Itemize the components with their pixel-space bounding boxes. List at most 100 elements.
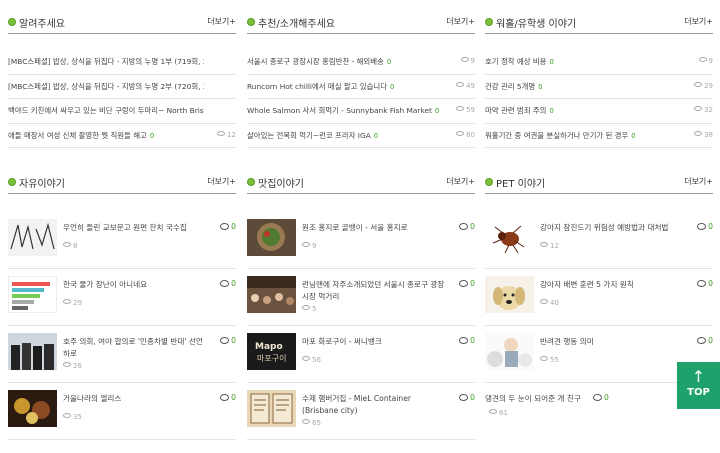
eye-icon [456, 130, 465, 136]
post-title[interactable]: Runcorn Hot chilli에서 매실 팔고 있습니다 0 [247, 81, 443, 92]
list-item[interactable]: 호기 정착 예상 비용 0 9 [485, 50, 713, 75]
list-item[interactable]: [MBC스페셜] 밥상, 상식을 뒤집다 - 지방의 누명 2부 (720회, … [8, 75, 236, 99]
list-item[interactable]: 강아지 배변 훈련 5 가지 원칙 40 0 [485, 269, 713, 326]
more-link[interactable]: 더보기+ [446, 16, 475, 27]
post-title[interactable]: 서울시 종로구 광장시장 홍림반찬 - 해외배송 0 [247, 56, 443, 67]
list-item[interactable]: 건강 관리 5개명 0 29 [485, 75, 713, 99]
post-thumbnail[interactable] [8, 333, 57, 370]
board-title[interactable]: 맛집이야기 [258, 175, 304, 190]
view-number: 9 [312, 242, 317, 250]
view-count: 32 [694, 106, 713, 114]
post-title[interactable]: 살아있는 전복회 먹기~런코 프라자 IGA 0 [247, 130, 443, 141]
list-item[interactable]: 마약 관련 범죄 주의 0 32 [485, 99, 713, 124]
board-title[interactable]: 워홀/유학생 이야기 [496, 15, 576, 30]
list-item[interactable]: 런닝맨에 자주소개되었던 서울시 종로구 광장시장 먹거리 5 0 [247, 269, 475, 326]
board-title[interactable]: PET 이야기 [496, 175, 545, 190]
list-item[interactable]: 살아있는 전복회 먹기~런코 프라자 IGA 0 60 [247, 124, 475, 148]
list-item[interactable]: 서울시 종로구 광장시장 홍림반찬 - 해외배송 0 9 [247, 50, 475, 75]
eye-icon [456, 81, 465, 87]
view-count: 56 [302, 356, 321, 364]
bullet-icon [485, 178, 493, 186]
comment-icon [459, 223, 469, 230]
comment-icon [697, 337, 707, 344]
post-title[interactable]: 애들 매장서 여성 신체 촬영한 뭣 직원들 해고 0 [8, 130, 204, 141]
post-thumbnail[interactable] [247, 219, 296, 256]
post-thumbnail[interactable] [8, 390, 57, 427]
list-item[interactable]: 강아지 참진드기 위험성 예방법과 대처법 12 0 [485, 212, 713, 269]
post-thumbnail[interactable] [8, 276, 57, 313]
post-thumbnail[interactable] [485, 219, 534, 256]
view-count: 60 [456, 130, 475, 139]
post-title[interactable]: 강아지 배변 훈련 5 가지 원칙 [540, 279, 686, 291]
post-title[interactable]: 백야드 키친에서 싸우고 있는 비단 구렁이 두마리~ North Brisb [8, 105, 204, 116]
post-title[interactable]: 댕견의 두 눈이 되어준 개 친구 [485, 393, 595, 405]
list-item[interactable]: 애들 매장서 여성 신체 촬영한 뭣 직원들 해고 0 12 [8, 124, 236, 148]
post-thumbnail[interactable]: Mapo마포구이 [247, 333, 296, 370]
view-count: 12 [540, 242, 559, 250]
board-title[interactable]: 알려주세요 [19, 15, 65, 30]
post-title[interactable]: 건강 관리 5개명 0 [485, 81, 681, 92]
more-link[interactable]: 더보기+ [684, 176, 713, 187]
more-link[interactable]: 더보기+ [446, 176, 475, 187]
post-title[interactable]: 강아지 참진드기 위험성 예방법과 대처법 [540, 222, 686, 234]
post-title[interactable]: 런닝맨에 자주소개되었던 서울시 종로구 광장시장 먹거리 [302, 279, 448, 303]
post-title[interactable]: 원조 홍지로 골뱅이 - 서울 홍지로 [302, 222, 448, 234]
scroll-top-button[interactable]: ↑ TOP [677, 362, 720, 409]
svg-text:마포구이: 마포구이 [257, 353, 286, 363]
post-thumbnail[interactable] [247, 276, 296, 313]
comment-number: 0 [231, 336, 236, 345]
comment-count: 0 [697, 279, 713, 288]
post-title[interactable]: [MBC스페셜] 밥상, 상식을 뒤집다 - 지방의 누명 2부 (720회, … [8, 81, 204, 92]
post-title[interactable]: 반려견 행동 의미 [540, 336, 686, 348]
comment-icon [459, 394, 469, 401]
post-title[interactable]: [MBC스페셜] 밥상, 상식을 뒤집다 - 지방의 누명 1부 (719회, … [8, 56, 204, 67]
post-title[interactable]: 호주 의회, 여야 합의로 '인종차별 반대' 선언하로 [63, 336, 209, 360]
post-title[interactable]: 한국 물가 장난이 아니네요 [63, 279, 209, 291]
comment-count: 0 [459, 222, 475, 231]
post-title[interactable]: 호기 정착 예상 비용 0 [485, 56, 681, 67]
list-item[interactable]: 백야드 키친에서 싸우고 있는 비단 구렁이 두마리~ North Brisb [8, 99, 236, 124]
arrow-up-icon: ↑ [691, 367, 706, 386]
more-link[interactable]: 더보기+ [207, 176, 236, 187]
board-title[interactable]: 자유이야기 [19, 175, 65, 190]
list-item[interactable]: 워홀기간 중 여권을 분실하거나 만기가 된 경우 0 38 [485, 124, 713, 148]
eye-icon [540, 242, 548, 247]
post-title[interactable]: Whole Salmon 사서 회먹기 - Sunnybank Fish Mar… [247, 105, 443, 116]
list-item[interactable]: 우언히 들린 교보문고 원편 잔치 국수집 8 0 [8, 212, 236, 269]
list-item[interactable]: 호주 의회, 여야 합의로 '인종차별 반대' 선언하로 26 0 [8, 326, 236, 383]
list-item[interactable]: 한국 물가 장난이 아니네요 29 0 [8, 269, 236, 326]
comment-count: 0 [220, 222, 236, 231]
post-title[interactable]: 워홀기간 중 여권을 분실하거나 만기가 된 경우 0 [485, 130, 681, 141]
eye-icon [302, 242, 310, 247]
list-item[interactable]: [MBC스페셜] 밥상, 상식을 뒤집다 - 지방의 누명 1부 (719회, … [8, 50, 236, 75]
eye-icon [698, 57, 707, 62]
list-item[interactable]: 원조 홍지로 골뱅이 - 서울 홍지로 9 0 [247, 212, 475, 269]
comment-number: 0 [470, 279, 475, 288]
post-thumbnail[interactable] [485, 276, 534, 313]
more-link[interactable]: 더보기+ [684, 16, 713, 27]
comment-number: 0 [604, 393, 609, 402]
view-count: 9 [302, 242, 316, 250]
post-title[interactable]: 우언히 들린 교보문고 원편 잔치 국수집 [63, 222, 209, 234]
view-number: 12 [227, 130, 236, 139]
list-item[interactable]: 거울나라의 엘리스 35 0 [8, 383, 236, 440]
board-title[interactable]: 추천/소개해주세요 [258, 15, 335, 30]
post-title[interactable]: 수제 햄버거집 - MieL Container (Brisbane city) [302, 393, 448, 417]
post-thumbnail[interactable] [8, 219, 57, 256]
food-board: 맛집이야기 더보기+ 원조 홍지로 골뱅이 - 서울 홍지로 9 0 런닝맨에 … [247, 172, 475, 440]
list-item[interactable]: Mapo 마포구이 마포 화로구이 - 써니뱅크 56 0 [247, 326, 475, 383]
post-thumbnail[interactable] [247, 390, 296, 427]
post-title[interactable]: 마포 화로구이 - 써니뱅크 [302, 336, 448, 348]
comment-number: 0 [470, 336, 475, 345]
post-thumbnail[interactable] [485, 333, 534, 370]
list-item[interactable]: Whole Salmon 사서 회먹기 - Sunnybank Fish Mar… [247, 99, 475, 124]
post-title[interactable]: 마약 관련 범죄 주의 0 [485, 105, 681, 116]
post-title[interactable]: 거울나라의 엘리스 [63, 393, 209, 405]
post-list: [MBC스페셜] 밥상, 상식을 뒤집다 - 지방의 누명 1부 (719회, … [8, 50, 236, 148]
list-item[interactable]: Runcorn Hot chilli에서 매실 팔고 있습니다 0 49 [247, 75, 475, 99]
comment-count: 0 [538, 82, 543, 91]
comment-icon [220, 394, 230, 401]
list-item[interactable]: 수제 햄버거집 - MieL Container (Brisbane city)… [247, 383, 475, 440]
more-link[interactable]: 더보기+ [207, 16, 236, 27]
view-number: 56 [312, 356, 321, 364]
